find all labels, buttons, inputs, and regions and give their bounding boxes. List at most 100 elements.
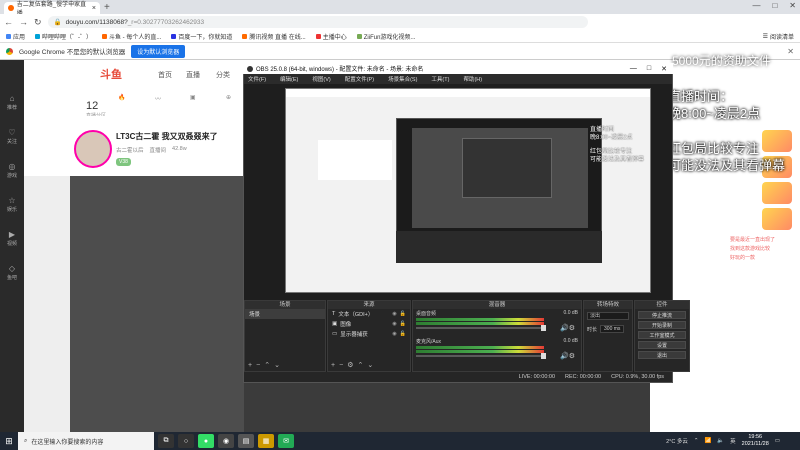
forward-icon[interactable]: → bbox=[19, 17, 28, 27]
eye-icon[interactable]: ◉ bbox=[392, 321, 396, 327]
scene-item[interactable]: 场景 bbox=[245, 309, 325, 319]
add-icon[interactable]: + bbox=[248, 362, 256, 369]
minimize-icon[interactable]: — bbox=[752, 1, 760, 10]
speaker-icon[interactable]: 🔊⚙ bbox=[560, 352, 575, 360]
menu-help[interactable]: 帮助(H) bbox=[463, 75, 482, 83]
obs-minimize-icon[interactable]: — bbox=[630, 65, 637, 73]
maximize-icon[interactable]: □ bbox=[772, 1, 777, 10]
volume-slider[interactable] bbox=[416, 325, 546, 331]
wave-icon[interactable]: 〰 bbox=[155, 94, 161, 103]
obs-close-icon[interactable]: ✕ bbox=[661, 65, 667, 73]
bookmark-ziifun[interactable]: ZiiFun游戏化视频... bbox=[356, 32, 415, 41]
taskbar-search[interactable]: ⌕ 在这里输入你要搜索的内容 bbox=[18, 432, 154, 450]
remove-icon[interactable]: − bbox=[256, 362, 264, 369]
rail-item-ent[interactable]: ☆ 娱乐 bbox=[2, 196, 22, 213]
source-item[interactable]: ▭ 显示器捕获 ◉ 🔓 bbox=[328, 329, 410, 339]
bookmark-anchor-center[interactable]: 主播中心 bbox=[315, 32, 347, 41]
chrome-taskbar-icon[interactable]: ● bbox=[198, 434, 214, 448]
nav-home[interactable]: 首页 bbox=[158, 70, 172, 80]
obs-logo-icon bbox=[247, 65, 253, 72]
settings-button[interactable]: 设置 bbox=[638, 341, 686, 349]
notification-icon[interactable]: ▭ bbox=[775, 438, 780, 444]
volume-meter bbox=[416, 318, 544, 321]
infobar-close-icon[interactable]: ✕ bbox=[787, 47, 794, 56]
share-icon[interactable]: ⊕ bbox=[226, 94, 231, 101]
menu-edit[interactable]: 编辑(E) bbox=[280, 75, 298, 83]
exit-button[interactable]: 退出 bbox=[638, 351, 686, 359]
lock-icon[interactable]: 🔓 bbox=[400, 331, 406, 337]
speaker-icon[interactable]: 🔊⚙ bbox=[560, 324, 575, 332]
eye-icon[interactable]: ◉ bbox=[392, 331, 396, 337]
rail-item-games[interactable]: ◎ 游戏 bbox=[2, 162, 22, 179]
obs-maximize-icon[interactable]: □ bbox=[647, 65, 651, 73]
rail-item-fishbar[interactable]: ◇ 鱼吧 bbox=[2, 264, 22, 281]
move-down-icon[interactable]: ⌄ bbox=[274, 362, 284, 369]
avatar[interactable] bbox=[74, 130, 112, 168]
reading-list[interactable]: ☰ 阅读清单 bbox=[763, 32, 794, 41]
menu-scene-collection[interactable]: 场景集合(S) bbox=[388, 75, 417, 83]
video-player[interactable] bbox=[70, 176, 244, 432]
back-icon[interactable]: ← bbox=[4, 17, 13, 27]
rail-item-follow[interactable]: ♡ 关注 bbox=[2, 128, 22, 145]
douyu-logo[interactable]: 斗鱼 bbox=[100, 66, 122, 82]
volume-slider-knob[interactable] bbox=[541, 325, 546, 331]
rail-item-recommend[interactable]: ⌂ 推荐 bbox=[2, 94, 22, 111]
network-icon[interactable]: 📶 bbox=[704, 438, 711, 444]
duration-input[interactable]: 300 ms bbox=[600, 325, 625, 333]
nav-live[interactable]: 直播 bbox=[186, 70, 200, 80]
transition-select[interactable]: 淡出 bbox=[587, 312, 629, 320]
url-input[interactable]: 🔒 douyu.com/1138068? _r=0.302777032624629… bbox=[47, 16, 588, 28]
close-icon[interactable]: ✕ bbox=[789, 1, 796, 10]
chrome-icon bbox=[6, 47, 13, 55]
menu-view[interactable]: 视图(V) bbox=[312, 75, 330, 83]
obs-taskbar-icon[interactable]: ◉ bbox=[218, 434, 234, 448]
clock[interactable]: 19:56 2021/11/28 bbox=[742, 434, 769, 448]
stop-streaming-button[interactable]: 停止推流 bbox=[638, 311, 686, 319]
menu-profile[interactable]: 配置文件(P) bbox=[345, 75, 374, 83]
bookmark-baidu[interactable]: 百度一下，你就知道 bbox=[171, 32, 232, 41]
gear-icon[interactable]: ⚙ bbox=[347, 362, 357, 369]
source-item[interactable]: T 文本（GDI+） ◉ 🔓 bbox=[328, 309, 410, 319]
browser-tab[interactable]: 吉二复伍套路_慢学申家直播 × bbox=[4, 2, 100, 17]
tray-arrow-icon[interactable]: ⌃ bbox=[694, 438, 699, 444]
new-tab-icon[interactable]: + bbox=[104, 2, 110, 13]
move-up-icon[interactable]: ⌃ bbox=[357, 362, 367, 369]
chat-item: 找到这款游戏比较 bbox=[730, 246, 771, 252]
wechat-icon[interactable]: ✉ bbox=[278, 434, 294, 448]
remove-icon[interactable]: − bbox=[339, 362, 347, 369]
menu-file[interactable]: 文件(F) bbox=[248, 75, 266, 83]
gift-item[interactable] bbox=[762, 182, 792, 204]
tab-close-icon[interactable]: × bbox=[92, 5, 96, 12]
app-taskbar-icon[interactable]: ▦ bbox=[258, 434, 274, 448]
volume-slider[interactable] bbox=[416, 353, 546, 359]
move-up-icon[interactable]: ⌃ bbox=[264, 362, 274, 369]
nav-category[interactable]: 分类 bbox=[216, 70, 230, 80]
start-recording-button[interactable]: 开始录制 bbox=[638, 321, 686, 329]
add-icon[interactable]: + bbox=[331, 362, 339, 369]
weather-widget[interactable]: 2°C 多云 bbox=[666, 437, 688, 445]
volume-slider-knob[interactable] bbox=[541, 353, 546, 359]
hot-icon[interactable]: 🔥 bbox=[118, 94, 125, 101]
bookmark-apps[interactable]: 应用 bbox=[6, 32, 25, 41]
ai-icon[interactable]: ▣ bbox=[190, 94, 196, 101]
ime-indicator[interactable]: 英 bbox=[730, 437, 736, 445]
explorer-icon[interactable]: ▤ bbox=[238, 434, 254, 448]
set-default-button[interactable]: 设为默认浏览器 bbox=[131, 44, 186, 58]
rail-item-video[interactable]: ▶ 视频 bbox=[2, 230, 22, 247]
source-item[interactable]: ▣ 图像 ◉ 🔓 bbox=[328, 319, 410, 329]
volume-icon[interactable]: 🔈 bbox=[717, 438, 724, 444]
reload-icon[interactable]: ↻ bbox=[34, 17, 42, 28]
task-view-icon[interactable]: ⧉ bbox=[158, 434, 174, 448]
bookmark-douyu[interactable]: 斗鱼 - 每个人的直... bbox=[102, 32, 161, 41]
windows-start-icon[interactable]: ⊞ bbox=[0, 432, 18, 450]
eye-icon[interactable]: ◉ bbox=[392, 311, 396, 317]
bookmark-bilibili[interactable]: 哔哩哔哩（゜-゜） bbox=[35, 32, 92, 41]
move-down-icon[interactable]: ⌄ bbox=[367, 362, 377, 369]
lock-icon[interactable]: 🔓 bbox=[400, 311, 406, 317]
studio-mode-button[interactable]: 工作室模式 bbox=[638, 331, 686, 339]
cortana-icon[interactable]: ○ bbox=[178, 434, 194, 448]
gift-item[interactable] bbox=[762, 208, 792, 230]
bookmark-tencent[interactable]: 腾讯视频 直播 在线... bbox=[242, 32, 306, 41]
menu-tools[interactable]: 工具(T) bbox=[431, 75, 449, 83]
lock-icon[interactable]: 🔓 bbox=[400, 321, 406, 327]
